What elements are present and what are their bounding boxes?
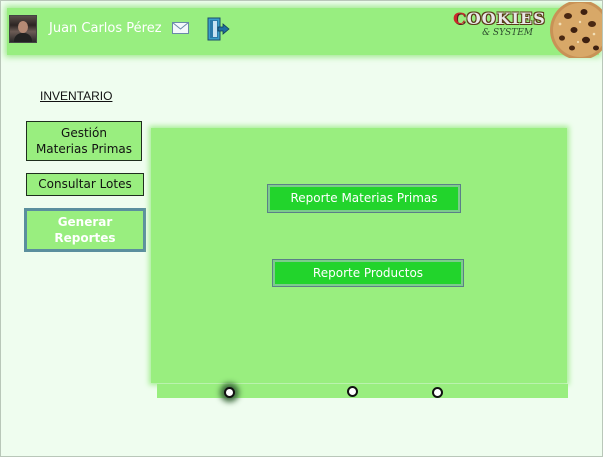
reporte-productos-button[interactable]: Reporte Productos xyxy=(272,259,464,287)
reporte-materias-primas-button[interactable]: Reporte Materias Primas xyxy=(267,184,461,213)
app-window: Juan Carlos Pérez COOKIES & SYSTEM INVEN… xyxy=(0,0,603,457)
main-content-panel: Reporte Materias Primas Reporte Producto… xyxy=(151,128,567,383)
logo-title: COOKIES xyxy=(453,9,546,28)
pager-dot-2[interactable] xyxy=(347,386,358,397)
logo-subtitle: & SYSTEM xyxy=(482,28,533,38)
sidebar-item-label-line2: Materias Primas xyxy=(35,142,133,156)
sidebar-item-label-line1: Gestión xyxy=(61,126,107,140)
avatar-body xyxy=(14,33,32,42)
sidebar-item-consultar-lotes[interactable]: Consultar Lotes xyxy=(26,173,144,196)
sidebar-item-gestion-materias-primas[interactable]: Gestión Materias Primas xyxy=(26,121,142,161)
sidebar-item-label: Consultar Lotes xyxy=(38,177,132,191)
mail-icon[interactable] xyxy=(172,22,189,34)
sidebar-item-label-line1: Generar xyxy=(57,215,113,229)
pager-dot-3[interactable] xyxy=(432,387,443,398)
user-avatar[interactable] xyxy=(9,15,37,43)
pager-track xyxy=(157,384,568,398)
pager-dot-1[interactable] xyxy=(224,387,235,398)
user-name: Juan Carlos Pérez xyxy=(49,21,162,36)
top-header: Juan Carlos Pérez COOKIES & SYSTEM xyxy=(7,2,602,58)
cookie-icon xyxy=(550,2,602,58)
sidebar-item-label-line2: Reportes xyxy=(54,231,116,245)
sidebar-heading[interactable]: INVENTARIO xyxy=(40,89,112,103)
cookies-system-logo: COOKIES & SYSTEM xyxy=(453,9,546,44)
sidebar-item-generar-reportes[interactable]: Generar Reportes xyxy=(24,208,146,252)
logout-door-icon[interactable] xyxy=(205,16,231,42)
avatar-face xyxy=(18,21,28,33)
